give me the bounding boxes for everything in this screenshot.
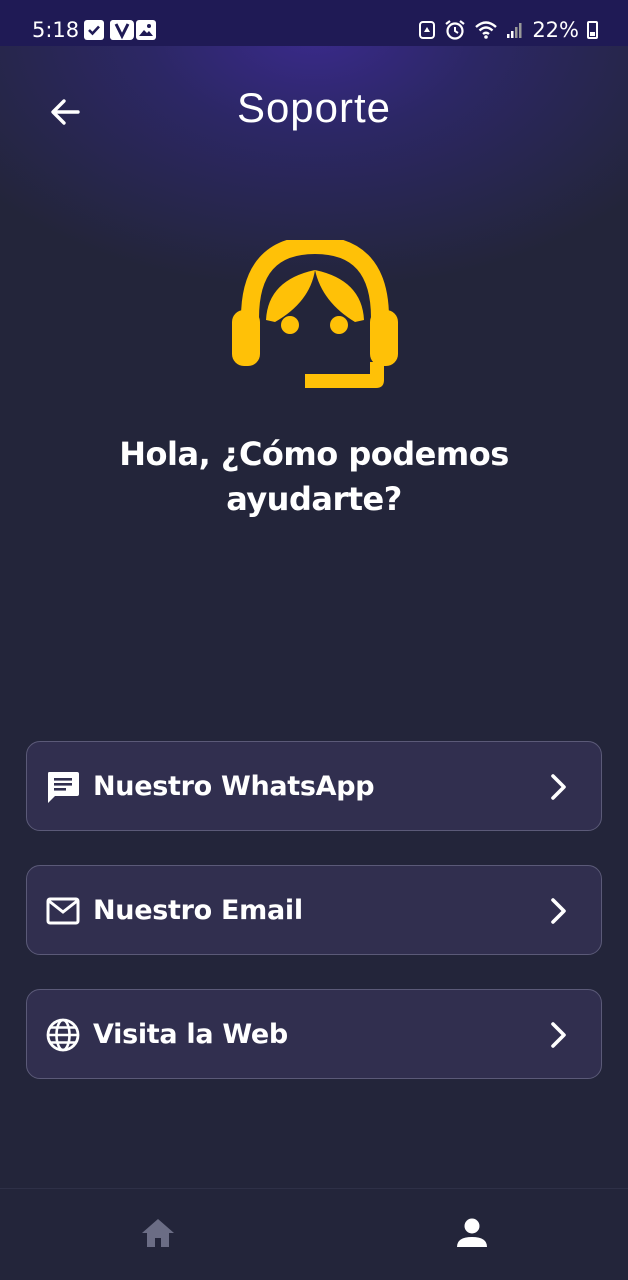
status-notification-icons [84, 20, 156, 40]
website-option-label: Visita la Web [93, 1019, 288, 1050]
whatsapp-option-button[interactable]: Nuestro WhatsApp [26, 741, 602, 831]
person-icon [457, 1218, 487, 1247]
status-system-icons: 22% [418, 17, 598, 43]
battery-icon [587, 21, 598, 39]
email-option-button[interactable]: Nuestro Email [26, 865, 602, 955]
check-box-icon [84, 20, 104, 40]
recycle-icon [419, 21, 436, 39]
mail-icon [46, 897, 80, 925]
wifi-icon [475, 21, 498, 39]
battery-percentage: 22% [532, 18, 579, 42]
chevron-right-icon [551, 1022, 566, 1048]
v-app-icon [110, 20, 134, 40]
globe-icon [46, 1018, 80, 1052]
image-icon [136, 20, 156, 40]
support-options-list: Nuestro WhatsApp Nuestro Email Visita la… [26, 741, 602, 1113]
home-icon [142, 1219, 174, 1247]
website-option-button[interactable]: Visita la Web [26, 989, 602, 1079]
page-title: Soporte [236, 84, 392, 131]
signal-icon [507, 23, 522, 38]
status-bar: 5:18 22% [0, 0, 628, 46]
chevron-right-icon [551, 774, 566, 800]
email-option-label: Nuestro Email [93, 895, 303, 926]
status-time: 5:18 [32, 18, 80, 42]
chat-message-icon [48, 772, 79, 803]
chevron-right-icon [551, 898, 566, 924]
nav-home-button[interactable] [138, 1213, 178, 1253]
greeting-heading: Hola, ¿Cómo podemos ayudarte? [119, 435, 509, 518]
nav-profile-button[interactable] [452, 1213, 492, 1253]
alarm-icon [445, 20, 465, 40]
support-agent-icon [230, 235, 400, 395]
app-header: Soporte [0, 76, 628, 148]
whatsapp-option-label: Nuestro WhatsApp [93, 771, 375, 802]
bottom-navigation-bar [0, 1188, 628, 1280]
